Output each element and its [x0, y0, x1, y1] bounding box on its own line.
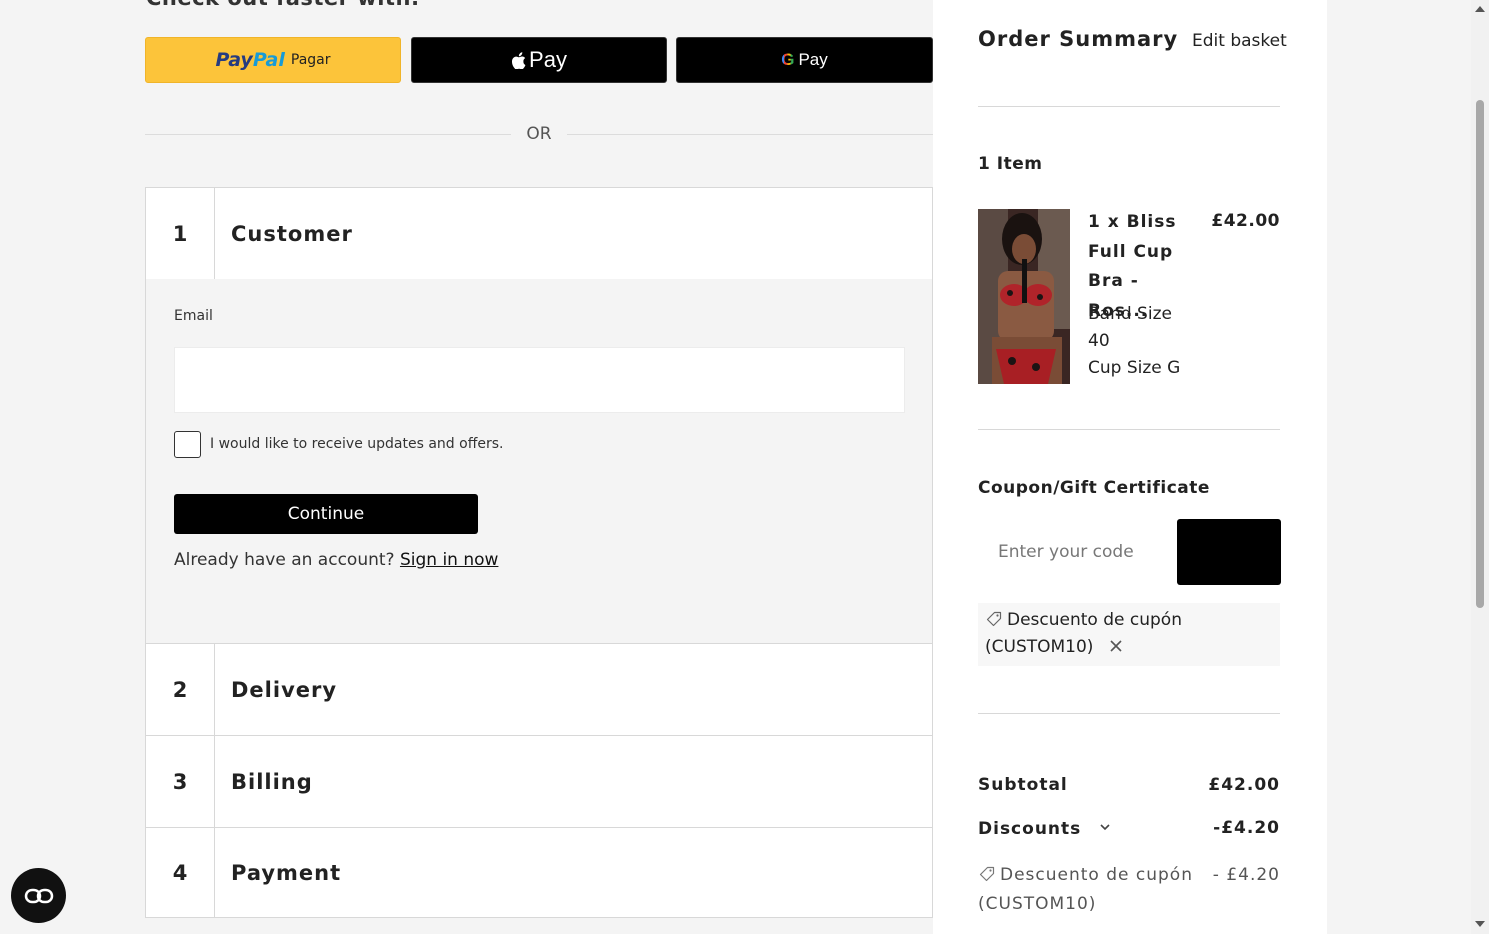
customer-form: Email I would like to receive updates an… [145, 279, 933, 644]
applied-coupon: Descuento de cupón (CUSTOM10) [978, 603, 1280, 666]
account-prompt-text: Already have an account? [174, 550, 395, 570]
product-price: £42.00 [1211, 211, 1280, 231]
continue-button[interactable]: Continue [174, 494, 478, 534]
step-title: Billing [231, 769, 313, 794]
order-summary-title: Order Summary [978, 27, 1179, 51]
product-band-size: Band Size 40 [1088, 304, 1172, 351]
step-number: 1 [146, 188, 215, 279]
paypal-logo-pal: Pal [252, 49, 285, 71]
separator-line [567, 134, 933, 135]
paypal-button[interactable]: PayPal Pagar [145, 37, 401, 83]
separator-line [145, 134, 511, 135]
close-icon[interactable] [1109, 635, 1123, 652]
express-checkout-heading: Check out faster with: [146, 0, 420, 10]
step-title: Delivery [231, 677, 338, 702]
newsletter-checkbox[interactable] [174, 431, 201, 458]
discount-line-text: Descuento de cupón (CUSTOM10) [978, 865, 1193, 914]
divider [978, 713, 1280, 714]
divider [978, 106, 1280, 107]
step-number: 3 [146, 736, 215, 827]
step-title: Customer [231, 221, 353, 246]
divider [978, 429, 1280, 430]
step-number: 2 [146, 644, 215, 735]
newsletter-label: I would like to receive updates and offe… [210, 436, 504, 452]
sign-in-link[interactable]: Sign in now [400, 550, 498, 570]
tag-icon [985, 610, 1003, 628]
apple-pay-button[interactable]: Pay [411, 37, 667, 83]
google-pay-label: Pay [798, 50, 828, 69]
apple-pay-label: Pay [529, 47, 567, 72]
apply-coupon-button[interactable] [1177, 519, 1281, 585]
email-label: Email [174, 308, 213, 324]
step-title: Payment [231, 860, 342, 885]
chat-icon [24, 888, 53, 903]
subtotal-label: Subtotal [978, 775, 1068, 795]
or-separator: OR [145, 122, 933, 146]
google-g-icon: G [781, 50, 795, 69]
apple-logo-icon [511, 51, 526, 69]
applied-coupon-text: Descuento de cupón (CUSTOM10) [985, 610, 1182, 657]
step-customer[interactable]: 1 Customer [145, 187, 933, 280]
step-number: 4 [146, 828, 215, 917]
item-count: 1 Item [978, 154, 1043, 174]
discounts-label[interactable]: Discounts [978, 818, 1111, 839]
google-pay-button[interactable]: G Pay [676, 37, 933, 83]
discount-line-value: - £4.20 [1212, 865, 1280, 885]
step-delivery[interactable]: 2 Delivery [145, 643, 933, 736]
scroll-up-arrow-icon[interactable] [1475, 6, 1485, 12]
order-summary-panel: Order Summary Edit basket 1 Item 1 x Bli… [933, 0, 1327, 934]
step-billing[interactable]: 3 Billing [145, 735, 933, 828]
email-input[interactable] [174, 347, 905, 413]
coupon-title: Coupon/Gift Certificate [978, 478, 1210, 498]
step-payment[interactable]: 4 Payment [145, 827, 933, 918]
discounts-value: -£4.20 [1213, 818, 1280, 838]
product-cup-size: Cup Size G [1088, 358, 1181, 378]
paypal-logo-pay: Pay [215, 49, 253, 71]
checkout-main: Check out faster with: PayPal Pagar Pay … [0, 0, 933, 934]
account-prompt: Already have an account? Sign in now [174, 550, 498, 570]
product-image [978, 209, 1070, 384]
vertical-scrollbar[interactable] [1471, 0, 1489, 934]
paypal-action-label: Pagar [290, 52, 331, 68]
page-gutter [1327, 0, 1471, 934]
discount-line-label: Descuento de cupón (CUSTOM10) [978, 861, 1208, 919]
chevron-down-icon[interactable] [1099, 818, 1111, 831]
scroll-down-arrow-icon[interactable] [1475, 921, 1485, 927]
tag-icon [978, 864, 996, 882]
or-label: OR [526, 124, 552, 144]
edit-basket-link[interactable]: Edit basket [1192, 31, 1287, 51]
chat-widget-button[interactable] [11, 868, 66, 923]
subtotal-value: £42.00 [1208, 775, 1280, 795]
scrollbar-thumb[interactable] [1476, 100, 1484, 608]
coupon-code-input[interactable] [978, 519, 1160, 585]
discounts-label-text: Discounts [978, 819, 1082, 839]
